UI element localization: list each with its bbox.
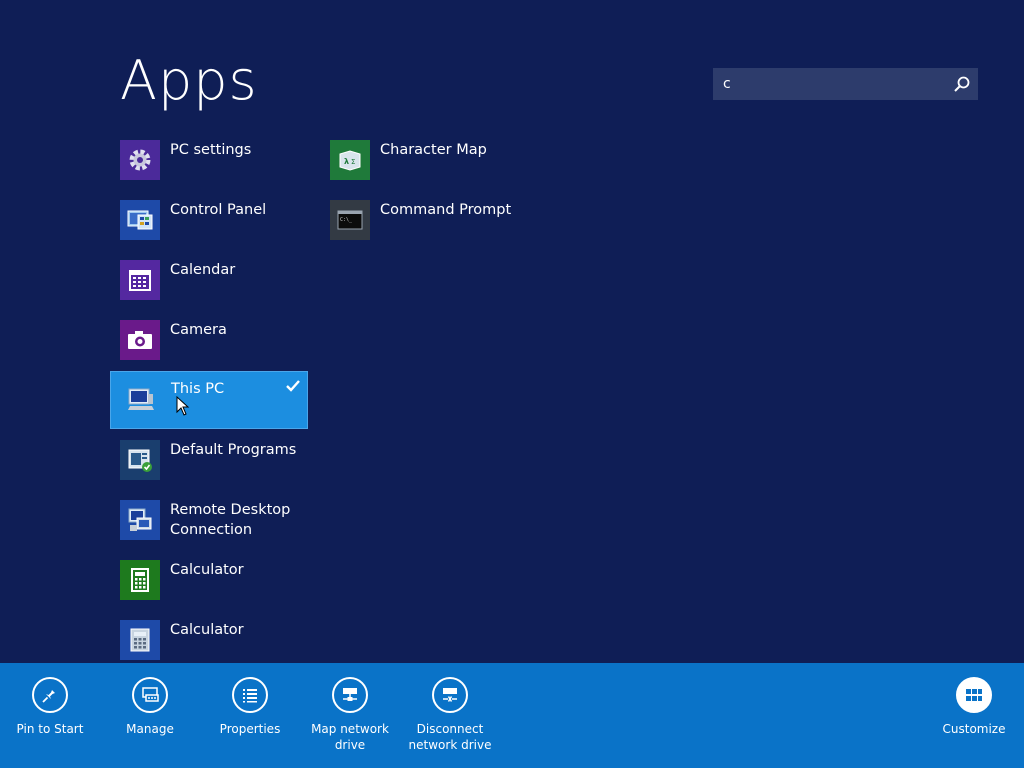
app-label: Default Programs [170, 442, 297, 458]
search-box[interactable] [713, 68, 978, 100]
checkmark-icon [286, 380, 300, 392]
map-network-drive-button[interactable]: Map network drive [300, 677, 400, 753]
app-calculator[interactable]: Calculator [120, 560, 316, 616]
calendar-icon [129, 270, 151, 291]
control-panel-tile [120, 200, 160, 240]
app-label: Remote Desktop Connection [170, 502, 291, 538]
app-remote-desktop-connection[interactable]: Remote Desktop Connection [120, 500, 316, 556]
customize-icon [966, 689, 982, 701]
disconnect-network-drive-button[interactable]: Disconnect network drive [400, 677, 500, 753]
calendar-tile [120, 260, 160, 300]
default-programs-tile [120, 440, 160, 480]
app-character-map[interactable]: λ Σ Character Map [330, 140, 526, 196]
calculator-icon [131, 568, 149, 592]
command-prompt-icon: C:\_ [337, 210, 363, 230]
properties-icon [243, 689, 257, 703]
app-bar: Pin to Start Manage Properties Map netwo… [0, 663, 1024, 768]
svg-text:Σ: Σ [351, 158, 355, 166]
pin-to-start-button[interactable]: Pin to Start [0, 677, 100, 737]
button-label: Disconnect network drive [408, 722, 492, 752]
properties-button[interactable]: Properties [200, 677, 300, 737]
mouse-cursor-icon [176, 396, 190, 416]
app-label: Command Prompt [380, 202, 512, 218]
calculator-icon [130, 628, 150, 652]
svg-text:λ: λ [344, 157, 349, 166]
character-map-icon: λ Σ [339, 150, 361, 171]
default-programs-icon [128, 449, 152, 472]
app-label: PC settings [170, 142, 252, 158]
manage-button[interactable]: Manage [100, 677, 200, 737]
page-title: Apps [120, 49, 258, 112]
app-command-prompt[interactable]: C:\_ Command Prompt [330, 200, 526, 256]
this-pc-tile [121, 379, 161, 419]
app-this-pc[interactable]: This PC [110, 371, 308, 429]
button-label: Pin to Start [16, 722, 84, 736]
manage-icon [142, 687, 159, 702]
button-label: Customize [942, 722, 1006, 736]
svg-text:C:\_: C:\_ [340, 217, 353, 223]
remote-desktop-icon [128, 508, 152, 531]
command-prompt-tile: C:\_ [330, 200, 370, 240]
control-panel-icon [127, 210, 153, 230]
app-label: Character Map [380, 142, 487, 158]
search-input[interactable] [723, 68, 948, 100]
calculator-tile [120, 560, 160, 600]
button-label: Properties [219, 722, 281, 736]
app-calendar[interactable]: Calendar [120, 260, 316, 316]
button-label: Map network drive [311, 722, 389, 752]
camera-tile [120, 320, 160, 360]
calculator-tile [120, 620, 160, 660]
disconnect-network-drive-icon [443, 688, 457, 702]
app-camera[interactable]: Camera [120, 320, 316, 376]
search-icon[interactable] [952, 74, 972, 94]
app-label: Control Panel [170, 202, 267, 218]
app-label: Calendar [170, 262, 236, 278]
camera-icon [128, 331, 152, 349]
app-label: Camera [170, 322, 227, 338]
app-control-panel[interactable]: Control Panel [120, 200, 316, 256]
map-network-drive-icon [343, 688, 357, 701]
app-default-programs[interactable]: Default Programs [120, 440, 316, 496]
pin-icon [42, 687, 55, 703]
gear-icon [129, 149, 151, 171]
app-label: Calculator [170, 562, 244, 578]
remote-desktop-tile [120, 500, 160, 540]
pc-settings-tile [120, 140, 160, 180]
character-map-tile: λ Σ [330, 140, 370, 180]
app-pc-settings[interactable]: PC settings [120, 140, 316, 196]
app-label: Calculator [170, 622, 244, 638]
customize-button[interactable]: Customize [924, 677, 1024, 737]
computer-icon [128, 388, 154, 410]
button-label: Manage [126, 722, 174, 736]
